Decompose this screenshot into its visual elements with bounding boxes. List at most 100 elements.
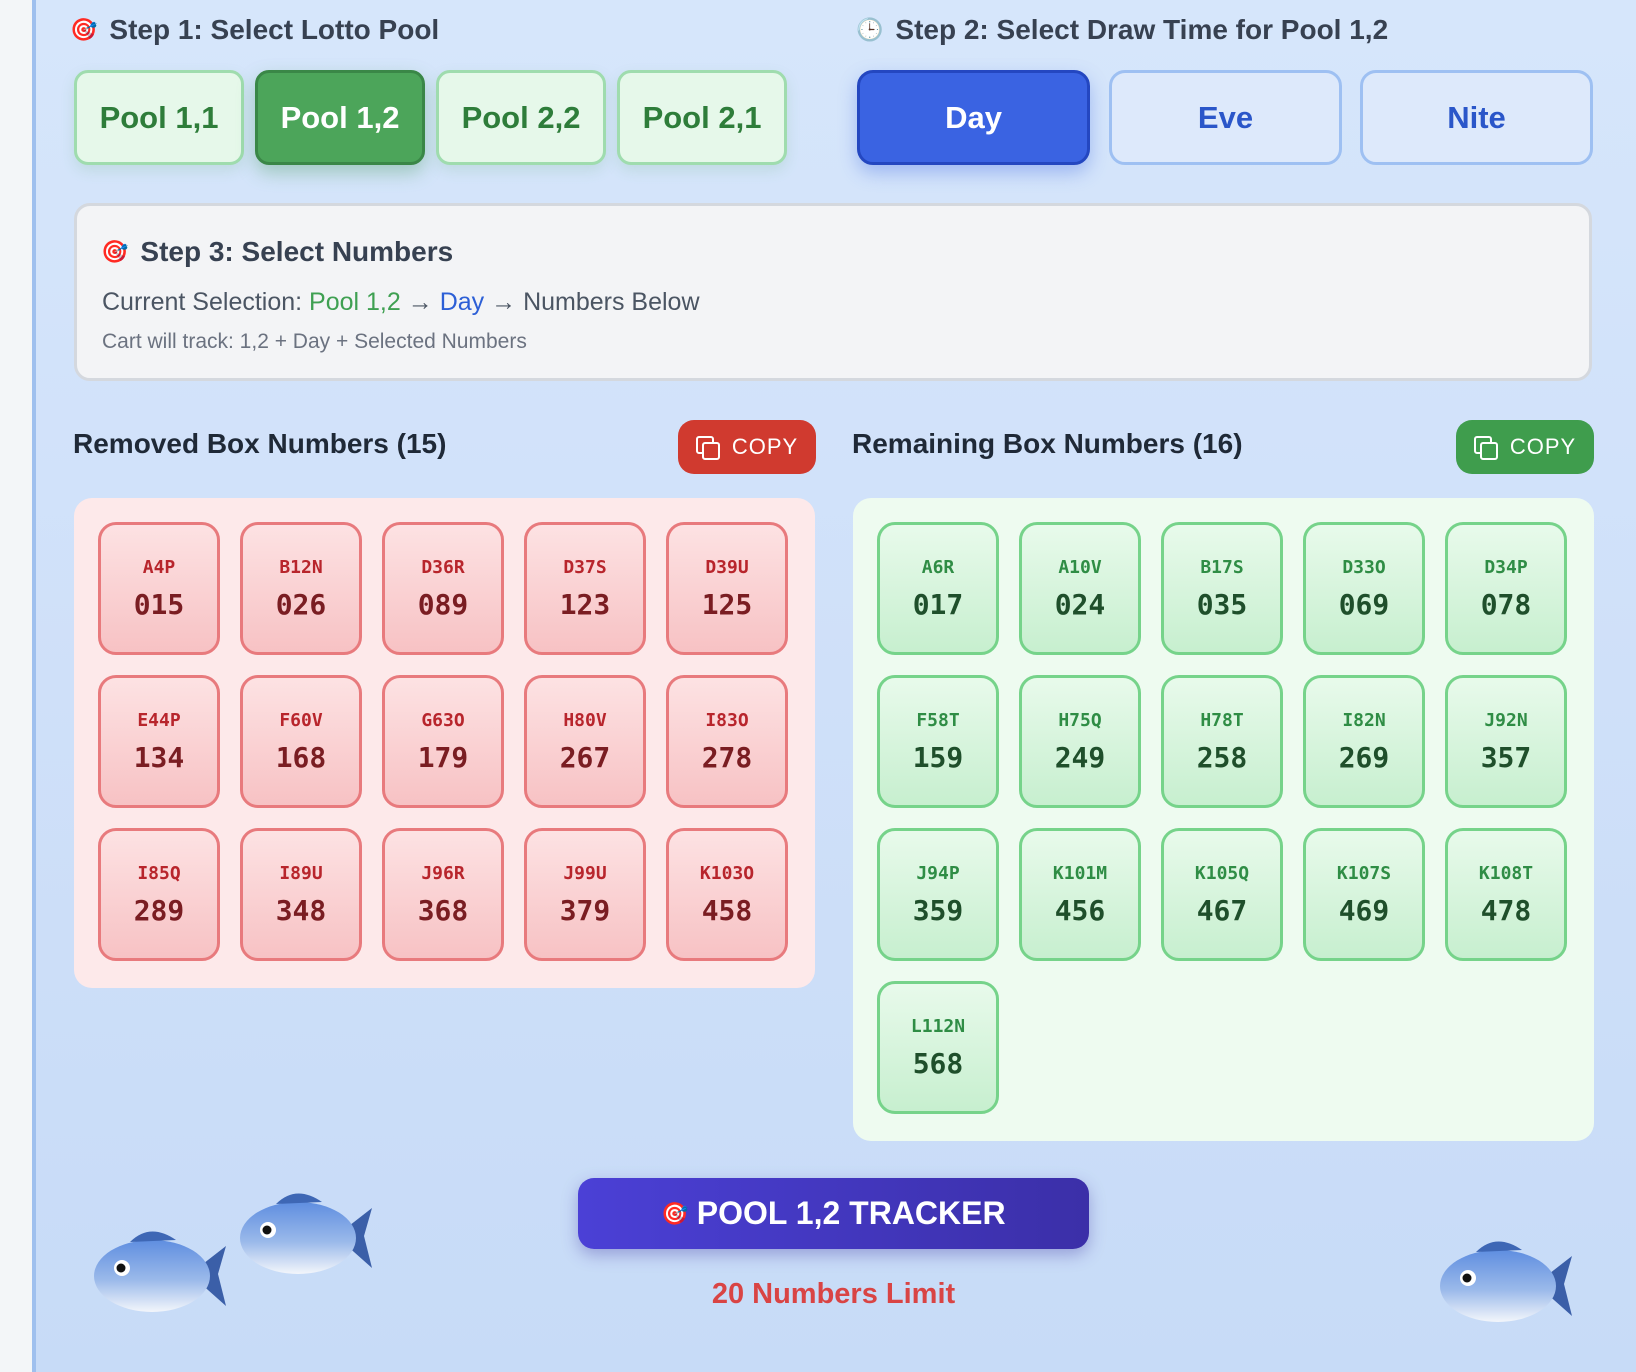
number-card-code: G63O	[421, 709, 465, 731]
number-card-code: E44P	[137, 709, 181, 731]
number-card[interactable]: H80V 267	[524, 675, 646, 808]
number-card[interactable]: K103O 458	[666, 828, 788, 961]
pool-button-2-1[interactable]: Pool 2,1	[617, 70, 787, 165]
number-card-code: A4P	[142, 556, 176, 578]
number-card[interactable]: D36R 089	[382, 522, 504, 655]
pool-button-label: Pool 2,1	[642, 99, 762, 135]
number-card-code: J94P	[916, 862, 960, 884]
number-card-value: 024	[1054, 587, 1106, 621]
number-card[interactable]: I82N 269	[1303, 675, 1425, 808]
removed-grid-box: A4P 015 B12N 026 D36R 089 D37S 123 D39U 125 E44P 13…	[74, 498, 815, 988]
number-card[interactable]: J92N 357	[1445, 675, 1567, 808]
copy-remaining-button[interactable]: COPY	[1456, 420, 1594, 474]
number-card[interactable]: A4P 015	[98, 522, 220, 655]
number-card[interactable]: B17S 035	[1161, 522, 1283, 655]
number-card[interactable]: I89U 348	[240, 828, 362, 961]
number-card[interactable]: F58T 159	[877, 675, 999, 808]
number-card-code: I85Q	[137, 862, 181, 884]
current-selection-arrow: →	[400, 288, 440, 316]
number-card-value: 125	[701, 587, 753, 621]
number-card[interactable]: E44P 134	[98, 675, 220, 808]
number-card[interactable]: G63O 179	[382, 675, 504, 808]
number-card[interactable]: D34P 078	[1445, 522, 1567, 655]
number-card-code: F58T	[916, 709, 960, 731]
pool-button-label: Pool 2,2	[461, 99, 581, 135]
number-card-value: 368	[417, 893, 469, 927]
number-card-value: 289	[133, 893, 185, 927]
number-card-value: 456	[1054, 893, 1106, 927]
number-card-value: 348	[275, 893, 327, 927]
current-selection-suffix: → Numbers Below	[484, 288, 700, 316]
number-card-code: H78T	[1200, 709, 1244, 731]
number-card-value: 379	[559, 893, 611, 927]
number-card-value: 469	[1338, 893, 1390, 927]
number-card[interactable]: D37S 123	[524, 522, 646, 655]
number-card-value: 359	[912, 893, 964, 927]
number-card[interactable]: H75Q 249	[1019, 675, 1141, 808]
number-card-value: 467	[1196, 893, 1248, 927]
number-card-value: 357	[1480, 740, 1532, 774]
number-card-value: 017	[912, 587, 964, 621]
clock-icon: 🕒	[856, 17, 884, 42]
number-card[interactable]: L112N 568	[877, 981, 999, 1114]
fish-icon	[240, 1193, 372, 1274]
number-card[interactable]: K105Q 467	[1161, 828, 1283, 961]
number-card[interactable]: K107S 469	[1303, 828, 1425, 961]
step1-title: 🎯 Step 1: Select Lotto Pool	[70, 14, 439, 46]
step1-title-text: Step 1: Select Lotto Pool	[109, 14, 440, 45]
pool-button-2-2[interactable]: Pool 2,2	[436, 70, 606, 165]
number-card-code: K108T	[1478, 862, 1534, 884]
time-button-nite[interactable]: Nite	[1360, 70, 1593, 165]
number-card-code: H75Q	[1058, 709, 1102, 731]
time-button-day[interactable]: Day	[857, 70, 1090, 165]
number-card[interactable]: F60V 168	[240, 675, 362, 808]
number-card-value: 035	[1196, 587, 1248, 621]
number-card[interactable]: J94P 359	[877, 828, 999, 961]
number-card[interactable]: J99U 379	[524, 828, 646, 961]
number-card[interactable]: B12N 026	[240, 522, 362, 655]
target-icon: 🎯	[101, 239, 129, 264]
number-card[interactable]: A6R 017	[877, 522, 999, 655]
copy-icon	[1473, 436, 1498, 460]
copy-label: COPY	[731, 434, 799, 459]
copy-icon	[695, 436, 720, 460]
number-card[interactable]: A10V 024	[1019, 522, 1141, 655]
removed-title: Removed Box Numbers (15)	[73, 428, 447, 459]
number-card-code: A6R	[921, 556, 955, 578]
removed-grid: A4P 015 B12N 026 D36R 089 D37S 123 D39U 125 E44P 13…	[98, 522, 791, 961]
number-card-code: D36R	[421, 556, 465, 578]
number-card-value: 089	[417, 587, 469, 621]
number-card-code: I83O	[705, 709, 749, 731]
number-card-code: D37S	[563, 556, 607, 578]
pool-button-1-2[interactable]: Pool 1,2	[255, 70, 425, 165]
number-card[interactable]: H78T 258	[1161, 675, 1283, 808]
number-card[interactable]: I85Q 289	[98, 828, 220, 961]
number-card[interactable]: J96R 368	[382, 828, 504, 961]
step3-title-text: Step 3: Select Numbers	[140, 236, 454, 267]
pool-button-1-1[interactable]: Pool 1,1	[74, 70, 244, 165]
number-card[interactable]: I83O 278	[666, 675, 788, 808]
current-selection: Current Selection: Pool 1,2 → Day → Numb…	[102, 288, 700, 317]
fish-icon	[94, 1231, 226, 1312]
number-card[interactable]: D33O 069	[1303, 522, 1425, 655]
number-card[interactable]: K101M 456	[1019, 828, 1141, 961]
time-button-label: Day	[945, 99, 1002, 135]
fish-icon	[1440, 1241, 1572, 1322]
time-button-eve[interactable]: Eve	[1109, 70, 1342, 165]
number-card-code: J96R	[421, 862, 465, 884]
number-card-value: 458	[701, 893, 753, 927]
number-card-value: 267	[559, 740, 611, 774]
target-icon: 🎯	[70, 17, 98, 42]
copy-removed-button[interactable]: COPY	[678, 420, 816, 474]
pool-tracker-button[interactable]: 🎯 POOL 1,2 TRACKER	[578, 1178, 1089, 1249]
step3-title: 🎯 Step 3: Select Numbers	[101, 236, 453, 268]
number-card-value: 159	[912, 740, 964, 774]
target-icon: 🎯	[661, 1200, 689, 1226]
number-card-code: K103O	[699, 862, 755, 884]
number-card-value: 078	[1480, 587, 1532, 621]
current-selection-prefix: Current Selection:	[102, 288, 310, 316]
step2-title-text: Step 2: Select Draw Time for Pool 1,2	[895, 14, 1389, 45]
number-card[interactable]: D39U 125	[666, 522, 788, 655]
number-card-value: 249	[1054, 740, 1106, 774]
number-card[interactable]: K108T 478	[1445, 828, 1567, 961]
